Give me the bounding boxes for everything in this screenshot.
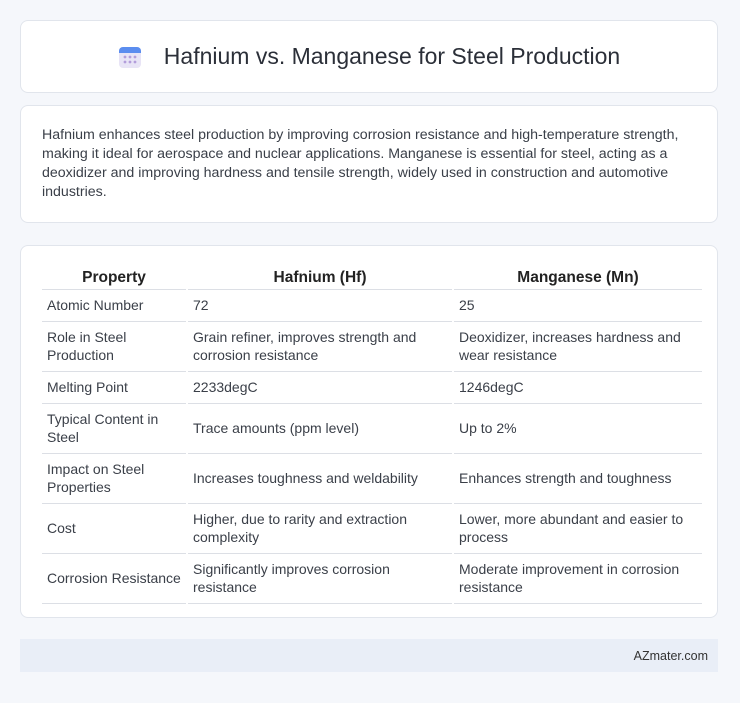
cell-manganese: Moderate improvement in corrosion resist…	[454, 554, 702, 604]
table-row: Role in Steel Production Grain refiner, …	[42, 322, 702, 372]
footer-site-link[interactable]: AZmater.com	[634, 649, 708, 663]
header-hafnium: Hafnium (Hf)	[188, 267, 452, 290]
footer: AZmater.com	[20, 639, 718, 672]
cell-manganese: Up to 2%	[454, 404, 702, 454]
cell-property: Cost	[42, 504, 186, 554]
cell-manganese: Enhances strength and toughness	[454, 454, 702, 504]
cell-hafnium: Higher, due to rarity and extraction com…	[188, 504, 452, 554]
calendar-icon	[118, 46, 141, 68]
table-row: Cost Higher, due to rarity and extractio…	[42, 504, 702, 554]
cell-hafnium: Grain refiner, improves strength and cor…	[188, 322, 452, 372]
cell-hafnium: 2233degC	[188, 372, 452, 404]
cell-property: Corrosion Resistance	[42, 554, 186, 604]
table-header-row: Property Hafnium (Hf) Manganese (Mn)	[42, 267, 702, 290]
table-row: Corrosion Resistance Significantly impro…	[42, 554, 702, 604]
table-row: Impact on Steel Properties Increases tou…	[42, 454, 702, 504]
cell-hafnium: 72	[188, 290, 452, 322]
header-manganese: Manganese (Mn)	[454, 267, 702, 290]
header-property: Property	[42, 267, 186, 290]
cell-property: Impact on Steel Properties	[42, 454, 186, 504]
page-title: Hafnium vs. Manganese for Steel Producti…	[163, 43, 621, 69]
comparison-table: Property Hafnium (Hf) Manganese (Mn) Ato…	[40, 267, 704, 604]
intro-card: Hafnium enhances steel production by imp…	[20, 105, 718, 223]
table-row: Typical Content in Steel Trace amounts (…	[42, 404, 702, 454]
table-row: Atomic Number 72 25	[42, 290, 702, 322]
cell-property: Role in Steel Production	[42, 322, 186, 372]
cell-manganese: Deoxidizer, increases hardness and wear …	[454, 322, 702, 372]
cell-hafnium: Increases toughness and weldability	[188, 454, 452, 504]
cell-manganese: 1246degC	[454, 372, 702, 404]
cell-hafnium: Significantly improves corrosion resista…	[188, 554, 452, 604]
title-card: Hafnium vs. Manganese for Steel Producti…	[20, 20, 718, 93]
table-card: Property Hafnium (Hf) Manganese (Mn) Ato…	[20, 245, 718, 618]
intro-text: Hafnium enhances steel production by imp…	[42, 127, 679, 200]
cell-hafnium: Trace amounts (ppm level)	[188, 404, 452, 454]
cell-manganese: Lower, more abundant and easier to proce…	[454, 504, 702, 554]
table-row: Melting Point 2233degC 1246degC	[42, 372, 702, 404]
cell-property: Typical Content in Steel	[42, 404, 186, 454]
cell-property: Atomic Number	[42, 290, 186, 322]
cell-manganese: 25	[454, 290, 702, 322]
cell-property: Melting Point	[42, 372, 186, 404]
